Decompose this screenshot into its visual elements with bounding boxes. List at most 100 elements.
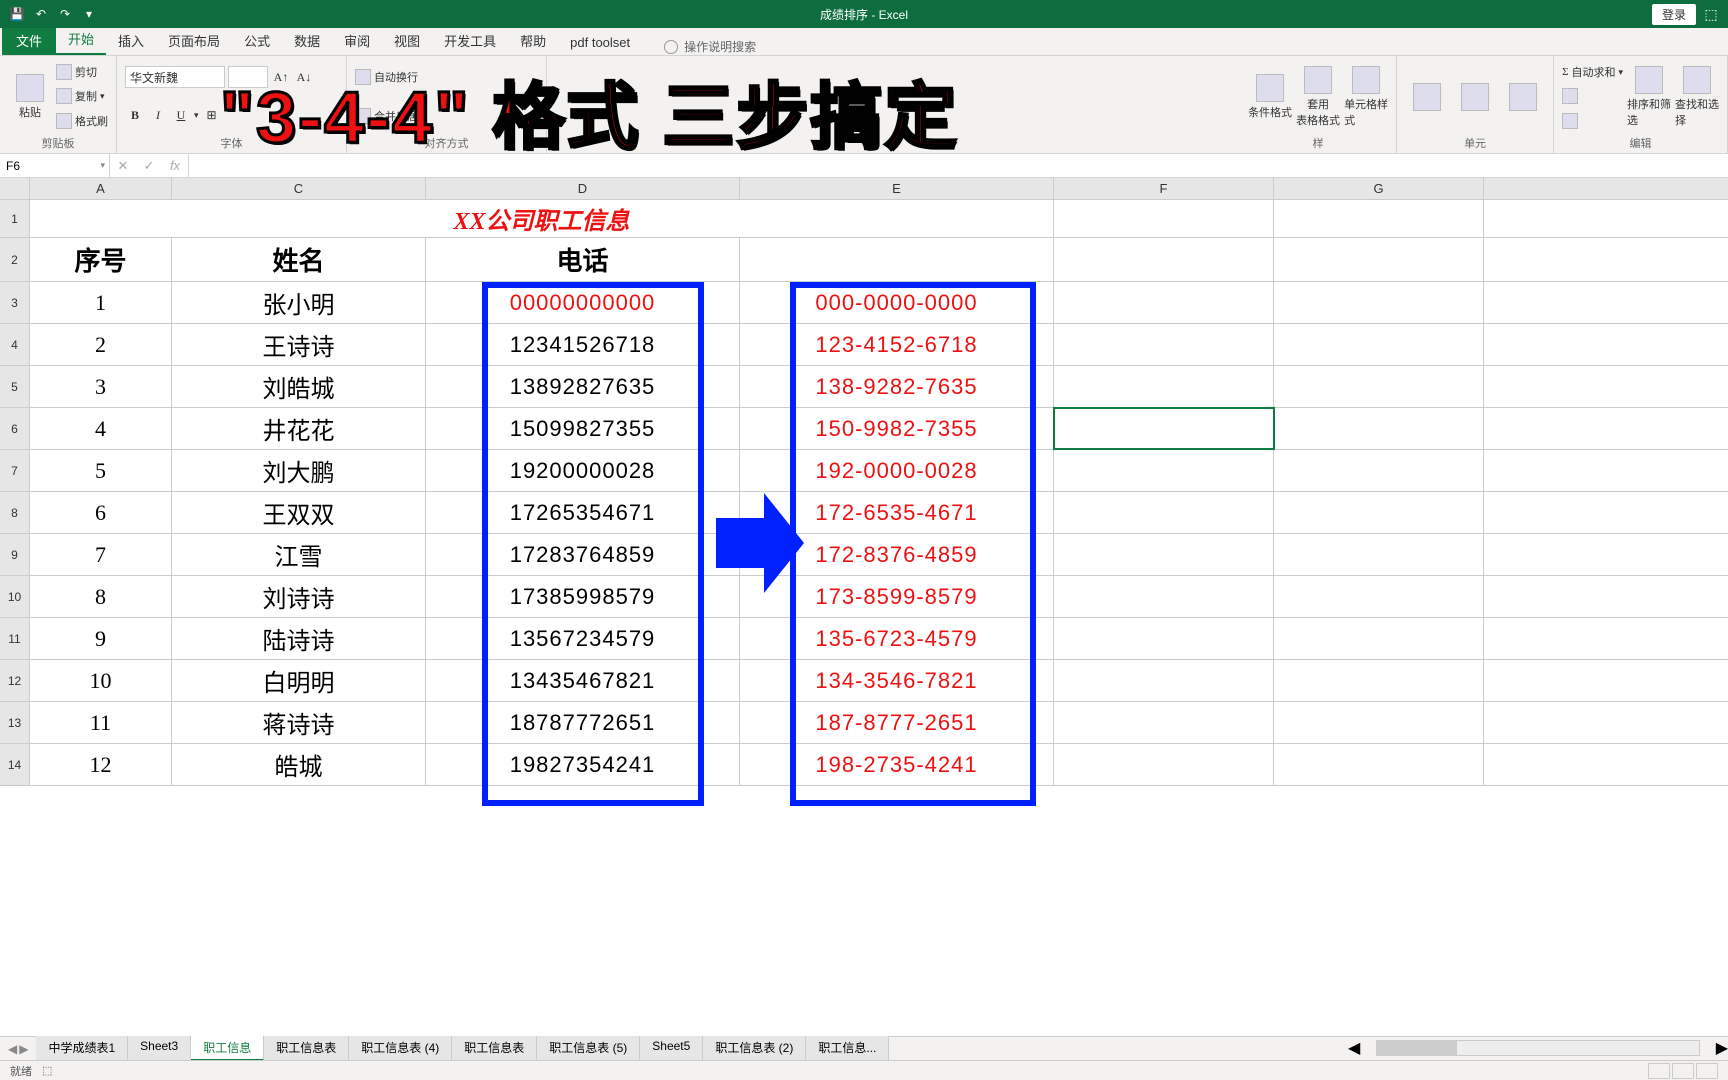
row-header[interactable]: 8 (0, 492, 30, 533)
cell[interactable] (1274, 576, 1484, 617)
sheet-nav-prev-icon[interactable]: ◀ (8, 1042, 17, 1056)
format-painter-button[interactable]: 格式刷 (56, 110, 108, 132)
sheet-tab[interactable]: Sheet5 (640, 1036, 703, 1061)
horizontal-scrollbar[interactable]: ◀ ▶ (1348, 1036, 1728, 1060)
page-layout-view-icon[interactable] (1672, 1063, 1694, 1079)
cell[interactable] (1274, 618, 1484, 659)
qat-more-icon[interactable]: ▾ (78, 3, 100, 25)
row-header[interactable]: 9 (0, 534, 30, 575)
fill-button[interactable] (1562, 85, 1623, 107)
tab-view[interactable]: 视图 (382, 26, 432, 55)
cell[interactable]: 3 (30, 366, 172, 407)
row-header[interactable]: 7 (0, 450, 30, 491)
cell[interactable]: 12341526718 (426, 324, 740, 365)
cell[interactable] (1274, 450, 1484, 491)
cell[interactable]: 13567234579 (426, 618, 740, 659)
cell[interactable]: 17265354671 (426, 492, 740, 533)
row-header[interactable]: 14 (0, 744, 30, 785)
cell[interactable]: 白明明 (172, 660, 426, 701)
undo-icon[interactable]: ↶ (30, 3, 52, 25)
font-name-combo[interactable]: 华文新魏 (125, 66, 225, 88)
cell[interactable] (740, 238, 1054, 281)
cell[interactable] (1054, 660, 1274, 701)
ribbon-options-icon[interactable]: ⬚ (1700, 3, 1722, 25)
cell[interactable]: 王双双 (172, 492, 426, 533)
cell[interactable]: 7 (30, 534, 172, 575)
row-header[interactable]: 11 (0, 618, 30, 659)
delete-cells-button[interactable] (1453, 60, 1497, 133)
name-box[interactable]: F6 (0, 154, 110, 177)
save-icon[interactable]: 💾 (6, 3, 28, 25)
sheet-tab[interactable]: 职工信息... (806, 1036, 889, 1061)
cell[interactable]: 王诗诗 (172, 324, 426, 365)
cell[interactable] (1274, 660, 1484, 701)
border-button[interactable]: ⊞ (202, 106, 222, 126)
format-as-table-button[interactable]: 套用 表格格式 (1296, 60, 1340, 133)
find-select-button[interactable]: 查找和选择 (1675, 60, 1719, 133)
cell[interactable]: 18787772651 (426, 702, 740, 743)
sheet-tab[interactable]: 职工信息 (191, 1036, 264, 1061)
cancel-formula-icon[interactable]: ✕ (110, 158, 136, 174)
cell[interactable]: 刘皓城 (172, 366, 426, 407)
cell[interactable]: 13892827635 (426, 366, 740, 407)
format-cells-button[interactable] (1501, 60, 1545, 133)
tab-review[interactable]: 审阅 (332, 26, 382, 55)
cell[interactable]: 134-3546-7821 (740, 660, 1054, 701)
cell[interactable]: 173-8599-8579 (740, 576, 1054, 617)
cell[interactable]: 198-2735-4241 (740, 744, 1054, 785)
col-header-E[interactable]: E (740, 178, 1054, 199)
cell[interactable] (1274, 492, 1484, 533)
worksheet-grid[interactable]: A C D E F G 1XX公司职工信息2序号姓名电话31张小明0000000… (0, 178, 1728, 786)
cell[interactable]: 张小明 (172, 282, 426, 323)
paste-button[interactable]: 粘贴 (8, 60, 52, 133)
cell[interactable]: 2 (30, 324, 172, 365)
scroll-left-icon[interactable]: ◀ (1348, 1038, 1360, 1058)
cell[interactable]: 17385998579 (426, 576, 740, 617)
cell[interactable]: 江雪 (172, 534, 426, 575)
cell[interactable] (1054, 618, 1274, 659)
row-header[interactable]: 4 (0, 324, 30, 365)
italic-button[interactable]: I (148, 106, 168, 126)
cell[interactable]: 电话 (426, 238, 740, 281)
record-macro-icon[interactable]: ⬚ (42, 1064, 52, 1077)
normal-view-icon[interactable] (1648, 1063, 1670, 1079)
col-header-C[interactable]: C (172, 178, 426, 199)
cell[interactable] (1054, 282, 1274, 323)
col-header-G[interactable]: G (1274, 178, 1484, 199)
cell[interactable] (1054, 366, 1274, 407)
conditional-format-button[interactable]: 条件格式 (1248, 60, 1292, 133)
cell[interactable] (1274, 238, 1484, 281)
tab-insert[interactable]: 插入 (106, 26, 156, 55)
sheet-tab[interactable]: 职工信息表 (452, 1036, 537, 1061)
cell[interactable]: 19200000028 (426, 450, 740, 491)
cell[interactable] (1274, 702, 1484, 743)
cell[interactable]: 172-8376-4859 (740, 534, 1054, 575)
cell[interactable]: 序号 (30, 238, 172, 281)
cell[interactable] (1054, 450, 1274, 491)
cell[interactable]: 刘诗诗 (172, 576, 426, 617)
cell[interactable]: 8 (30, 576, 172, 617)
cell[interactable]: 19827354241 (426, 744, 740, 785)
cell[interactable]: 192-0000-0028 (740, 450, 1054, 491)
sort-filter-button[interactable]: 排序和筛选 (1627, 60, 1671, 133)
tab-data[interactable]: 数据 (282, 26, 332, 55)
cell[interactable]: 4 (30, 408, 172, 449)
login-button[interactable]: 登录 (1652, 4, 1696, 25)
cell[interactable] (1054, 534, 1274, 575)
cell[interactable] (1054, 492, 1274, 533)
sheet-tab[interactable]: 职工信息表 (264, 1036, 349, 1061)
cell[interactable] (1054, 238, 1274, 281)
tab-page-layout[interactable]: 页面布局 (156, 26, 232, 55)
row-header[interactable]: 10 (0, 576, 30, 617)
row-header[interactable]: 1 (0, 200, 30, 237)
underline-button[interactable]: U (171, 106, 191, 126)
cell[interactable]: 17283764859 (426, 534, 740, 575)
col-header-A[interactable]: A (30, 178, 172, 199)
row-header[interactable]: 2 (0, 238, 30, 281)
cell[interactable] (1054, 576, 1274, 617)
cell[interactable] (1054, 408, 1274, 449)
redo-icon[interactable]: ↷ (54, 3, 76, 25)
cell[interactable] (1274, 324, 1484, 365)
cut-button[interactable]: 剪切 (56, 61, 108, 83)
col-header-D[interactable]: D (426, 178, 740, 199)
